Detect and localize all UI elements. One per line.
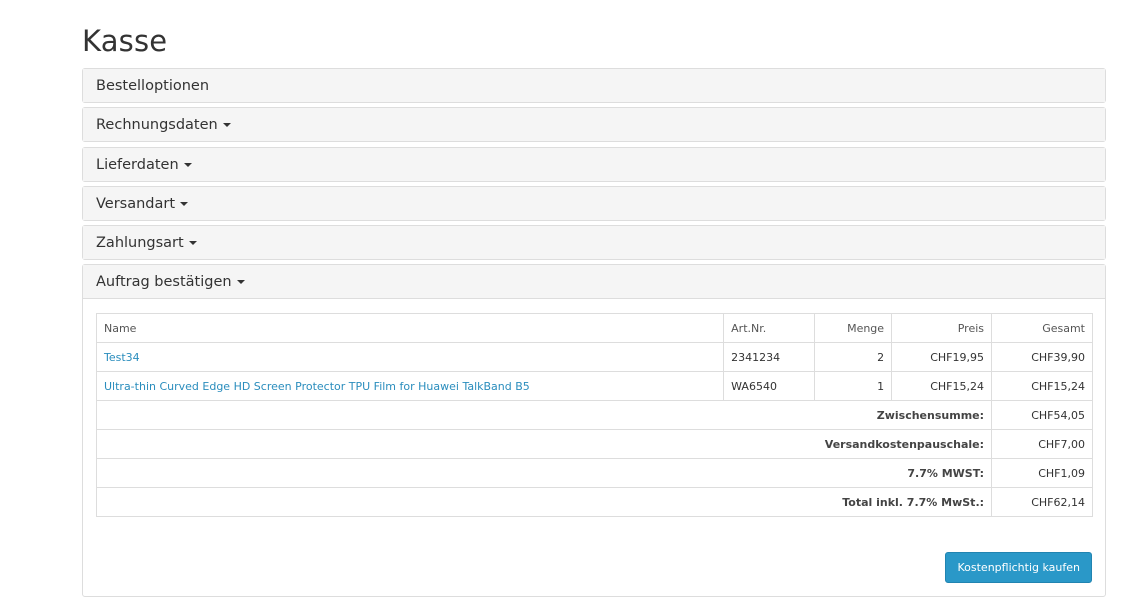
section-header-zahlungsart[interactable]: Zahlungsart	[83, 226, 1105, 259]
buy-button[interactable]: Kostenpflichtig kaufen	[945, 552, 1092, 583]
cell-preis: CHF15,24	[891, 371, 993, 401]
section-header-lieferdaten[interactable]: Lieferdaten	[83, 148, 1105, 181]
table-row: Test34 2341234 2 CHF19,95 CHF39,90	[95, 342, 1093, 372]
section-header-bestelloptionen[interactable]: Bestelloptionen	[83, 69, 1105, 102]
cart-table: Name Art.Nr. Menge Preis Gesamt Test34 2…	[95, 313, 1093, 517]
panel-bestelloptionen: Bestelloptionen	[82, 68, 1106, 103]
vat-label: 7.7% MWST:	[95, 458, 993, 488]
total-label: Total inkl. 7.7% MwSt.:	[95, 487, 993, 517]
product-link[interactable]: Ultra-thin Curved Edge HD Screen Protect…	[104, 380, 530, 393]
summary-row-shipping: Versandkostenpauschale: CHF7,00	[95, 429, 1093, 459]
col-header-artnr: Art.Nr.	[723, 313, 816, 343]
section-header-auftrag-bestaetigen[interactable]: Auftrag bestätigen	[83, 265, 1105, 299]
table-row: Ultra-thin Curved Edge HD Screen Protect…	[95, 371, 1093, 401]
product-link[interactable]: Test34	[104, 351, 140, 364]
summary-row-total: Total inkl. 7.7% MwSt.: CHF62,14	[95, 487, 1093, 517]
caret-down-icon	[183, 162, 192, 167]
caret-down-icon	[236, 279, 245, 284]
cell-menge: 1	[814, 371, 893, 401]
col-header-preis: Preis	[891, 313, 993, 343]
section-label: Rechnungsdaten	[96, 116, 218, 133]
section-label: Auftrag bestätigen	[96, 273, 232, 290]
panel-zahlungsart: Zahlungsart	[82, 225, 1106, 260]
cell-artnr: 2341234	[723, 342, 816, 372]
page-title: Kasse	[82, 24, 168, 58]
cell-artnr: WA6540	[723, 371, 816, 401]
caret-down-icon	[188, 240, 197, 245]
shipping-value: CHF7,00	[991, 429, 1093, 459]
total-value: CHF62,14	[991, 487, 1093, 517]
section-header-versandart[interactable]: Versandart	[83, 187, 1105, 220]
section-label: Zahlungsart	[96, 234, 184, 251]
subtotal-label: Zwischensumme:	[95, 400, 993, 430]
cell-gesamt: CHF15,24	[991, 371, 1093, 401]
table-header-row: Name Art.Nr. Menge Preis Gesamt	[95, 313, 1093, 343]
section-label: Lieferdaten	[96, 156, 179, 173]
caret-down-icon	[180, 201, 189, 206]
panel-lieferdaten: Lieferdaten	[82, 147, 1106, 182]
cell-menge: 2	[814, 342, 893, 372]
section-label: Versandart	[96, 195, 176, 212]
section-header-rechnungsdaten[interactable]: Rechnungsdaten	[83, 108, 1105, 141]
checkout-page: Kasse Bestelloptionen Rechnungsdaten Lie…	[0, 0, 1141, 613]
summary-row-subtotal: Zwischensumme: CHF54,05	[95, 400, 1093, 430]
cell-preis: CHF19,95	[891, 342, 993, 372]
shipping-label: Versandkostenpauschale:	[95, 429, 993, 459]
caret-down-icon	[222, 122, 231, 127]
col-header-gesamt: Gesamt	[991, 313, 1093, 343]
col-header-menge: Menge	[814, 313, 893, 343]
panel-rechnungsdaten: Rechnungsdaten	[82, 107, 1106, 142]
panel-auftrag-bestaetigen: Auftrag bestätigen Name Art.Nr. Menge Pr…	[82, 264, 1106, 597]
panel-versandart: Versandart	[82, 186, 1106, 221]
cell-gesamt: CHF39,90	[991, 342, 1093, 372]
summary-row-vat: 7.7% MWST: CHF1,09	[95, 458, 1093, 488]
order-summary: Name Art.Nr. Menge Preis Gesamt Test34 2…	[83, 299, 1105, 596]
section-label: Bestelloptionen	[96, 77, 210, 94]
col-header-name: Name	[95, 313, 725, 343]
subtotal-value: CHF54,05	[991, 400, 1093, 430]
vat-value: CHF1,09	[991, 458, 1093, 488]
